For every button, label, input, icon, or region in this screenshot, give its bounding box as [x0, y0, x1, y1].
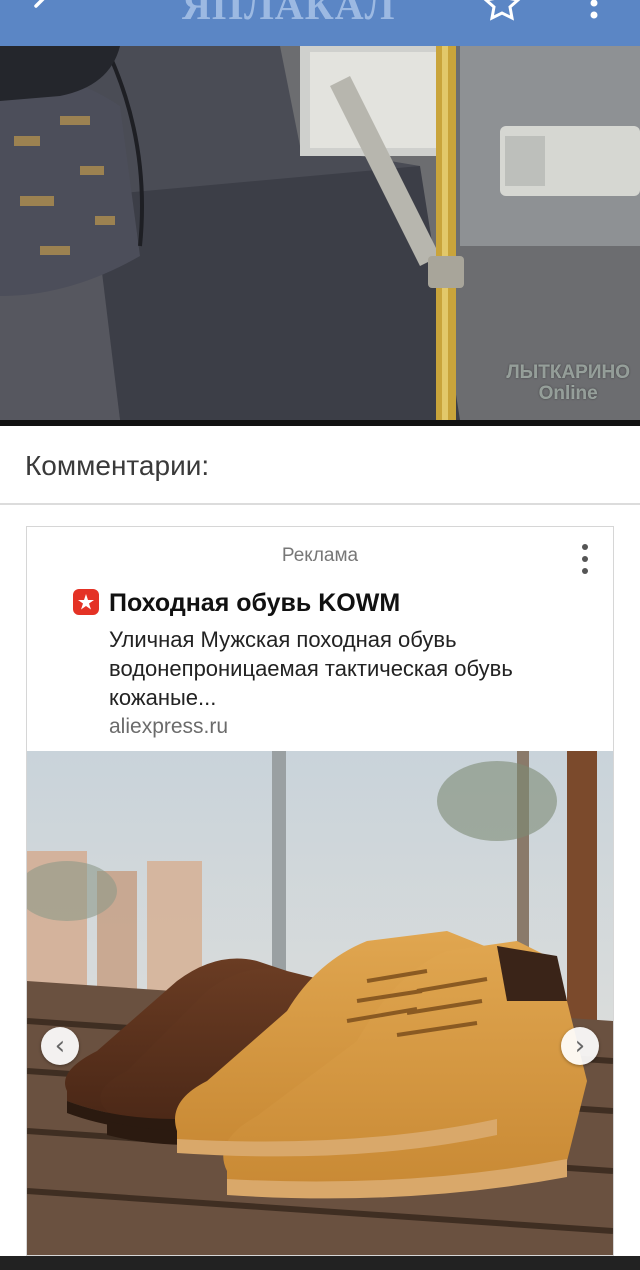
post-image[interactable]: ЛЫТКАРИНО Online — [0, 46, 640, 420]
app-logo[interactable]: ЯПЛАКАЛ — [182, 0, 395, 26]
chevron-right-icon: › — [574, 1031, 586, 1061]
ad-more-icon[interactable] — [575, 541, 595, 577]
ad-product-image[interactable]: ‹ › — [27, 751, 613, 1255]
star-icon[interactable] — [482, 0, 522, 22]
divider — [0, 503, 640, 505]
carousel-prev-button[interactable]: ‹ — [41, 1027, 79, 1065]
ad-description[interactable]: Уличная Мужская походная обувь водонепро… — [109, 625, 589, 712]
watermark-line1: ЛЫТКАРИНО — [506, 362, 630, 383]
watermark-line2: Online — [538, 383, 598, 404]
aliexpress-icon — [73, 589, 99, 615]
comments-title: Комментарии: — [25, 450, 210, 481]
image-bottom-edge — [0, 420, 640, 426]
ad-title[interactable]: Походная обувь KOWM — [109, 589, 400, 618]
bottom-navigation-edge — [0, 1256, 640, 1270]
ad-domain[interactable]: aliexpress.ru — [109, 715, 228, 739]
more-vertical-icon[interactable] — [584, 0, 604, 22]
ad-card[interactable]: Реклама Походная обувь KOWM Уличная Мужс… — [26, 526, 614, 1256]
ad-label: Реклама — [281, 545, 359, 566]
back-arrow-icon[interactable] — [22, 0, 62, 22]
carousel-next-button[interactable]: › — [561, 1027, 599, 1065]
chevron-left-icon: ‹ — [54, 1031, 66, 1061]
top-app-bar: ЯПЛАКАЛ — [0, 0, 640, 46]
watermark: ЛЫТКАРИНО Online — [506, 362, 630, 404]
